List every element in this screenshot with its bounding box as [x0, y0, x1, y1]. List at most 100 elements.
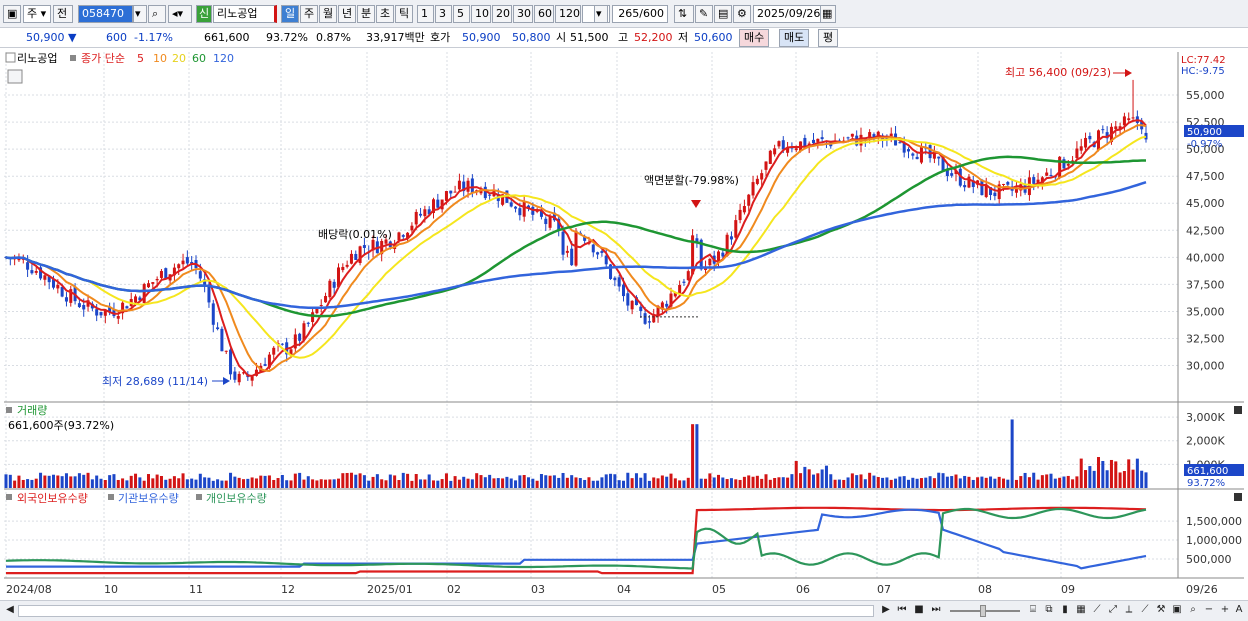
collapse-icon[interactable]	[1234, 493, 1242, 501]
window-icon[interactable]: ▣	[3, 5, 21, 23]
tab-period-minute[interactable]: 분	[357, 5, 375, 23]
volume-bar	[1019, 476, 1023, 488]
save-icon[interactable]: ▤	[714, 5, 732, 23]
first-icon[interactable]: ⏮	[894, 603, 910, 619]
volume-bar	[794, 460, 798, 488]
volume-bar	[522, 475, 526, 488]
volume-bar	[963, 475, 967, 488]
interval-60[interactable]: 60	[534, 5, 554, 23]
tab-period-second[interactable]: 초	[376, 5, 394, 23]
chart-tools-icon[interactable]: ⇅	[674, 5, 694, 23]
volume-bar	[47, 475, 51, 488]
tab-period-tick[interactable]: 틱	[395, 5, 413, 23]
sell-button[interactable]: 매도	[779, 29, 810, 47]
volume-bar	[868, 472, 872, 488]
candle-body	[1058, 156, 1062, 179]
count-input[interactable]: 265/600	[612, 5, 668, 23]
interval-1[interactable]: 1	[417, 5, 434, 23]
volume-bar	[479, 475, 483, 488]
volume-bar	[103, 480, 107, 488]
image-icon[interactable]: ▣	[1170, 603, 1184, 619]
tab-period-month[interactable]: 월	[319, 5, 337, 23]
chevron-down-icon[interactable]: ▾	[133, 5, 147, 23]
interval-5[interactable]: 5	[453, 5, 470, 23]
volume-bar	[1032, 472, 1036, 488]
volume-bar	[950, 476, 954, 488]
speaker-icon[interactable]: ◂▾	[168, 5, 192, 23]
volume-bar	[328, 479, 332, 488]
search-icon[interactable]: ⌕	[148, 5, 166, 23]
stock-code-input[interactable]: 058470	[78, 5, 133, 23]
candle-body	[146, 283, 151, 288]
candle-body	[125, 306, 129, 309]
tools-icon[interactable]: ⚒	[1154, 603, 1168, 619]
volume-bar	[678, 480, 682, 488]
calendar-icon[interactable]: ▦	[820, 5, 836, 23]
stock-chart[interactable]: 55,00052,50050,00047,50045,00042,50040,0…	[0, 48, 1248, 600]
count-value: 265	[618, 7, 640, 20]
volume-bar	[604, 474, 608, 488]
eval-button[interactable]: 평	[818, 29, 839, 47]
font-size-icon[interactable]: A	[1232, 603, 1246, 619]
legend-marker-icon	[6, 407, 12, 413]
volume-bar	[194, 479, 198, 488]
scrollbar-track[interactable]	[18, 605, 874, 617]
volume-bar	[155, 474, 159, 488]
tab-period-year[interactable]: 년	[338, 5, 356, 23]
tab-period-day[interactable]: 일	[281, 5, 299, 23]
x-tick-label: 08	[978, 583, 992, 596]
collapse-icon[interactable]	[1234, 406, 1242, 414]
ruler-icon[interactable]: ⟂	[1122, 603, 1136, 619]
draw-icon[interactable]: ✎	[695, 5, 713, 23]
stop-icon[interactable]: ■	[911, 603, 927, 619]
candle-body	[56, 284, 60, 289]
candle-body	[626, 293, 630, 306]
volume-bar	[526, 477, 531, 488]
grid-icon[interactable]: ▦	[1074, 603, 1088, 619]
bar-icon[interactable]: ▮	[1058, 603, 1072, 619]
line-icon[interactable]: ⟋	[1090, 603, 1104, 619]
volume-bar	[846, 477, 850, 488]
arrow-icon[interactable]: ⤢	[1106, 603, 1120, 619]
interval-20[interactable]: 20	[492, 5, 512, 23]
legend-ma60: 60	[192, 52, 206, 65]
chart-type-icon[interactable]: ⌸	[1026, 603, 1040, 619]
candle-body	[1122, 116, 1126, 126]
zoom-slider-handle[interactable]	[980, 605, 986, 617]
scroll-left-icon[interactable]: ◀	[4, 603, 16, 619]
panel-menu-icon[interactable]	[5, 52, 16, 63]
volume-bar	[872, 475, 876, 488]
date-input[interactable]: 2025/09/26	[753, 5, 821, 23]
volume-bar	[725, 479, 729, 488]
volume-bar	[289, 480, 293, 488]
turnover-pct: 0.87%	[316, 31, 351, 44]
minus-icon[interactable]: −	[1202, 603, 1216, 619]
volume-bar	[293, 473, 297, 488]
interval-3[interactable]: 3	[435, 5, 452, 23]
last-icon[interactable]: ⏭	[928, 603, 944, 619]
volume-bar	[272, 479, 276, 488]
volume-bar	[915, 478, 919, 488]
candle-body	[1006, 182, 1010, 185]
candle-body	[220, 328, 224, 352]
interval-30[interactable]: 30	[513, 5, 533, 23]
buy-button[interactable]: 매수	[739, 29, 770, 47]
volume-bar	[574, 477, 578, 488]
chevron-down-icon[interactable]: ▾	[594, 5, 608, 23]
volume-bar	[855, 475, 859, 488]
jeon-button[interactable]: 전	[53, 5, 73, 23]
interval-120[interactable]: 120	[555, 5, 581, 23]
mode-select[interactable]: 주 ▾	[23, 5, 51, 23]
candle-body	[30, 270, 34, 274]
interval-10[interactable]: 10	[471, 5, 491, 23]
compare-icon[interactable]: ⧉	[1042, 603, 1056, 619]
zoom-icon[interactable]: ⌕	[1186, 603, 1200, 619]
calculator-icon[interactable]	[7, 69, 23, 84]
plus-icon[interactable]: +	[1218, 603, 1232, 619]
y-tick-label: 45,000	[1186, 197, 1225, 210]
volume-bar	[203, 477, 207, 488]
fibo-icon[interactable]: ⟋	[1138, 603, 1152, 619]
tab-period-week[interactable]: 주	[300, 5, 318, 23]
scroll-right-icon[interactable]: ▶	[880, 603, 892, 619]
gear-icon[interactable]: ⚙	[733, 5, 751, 23]
